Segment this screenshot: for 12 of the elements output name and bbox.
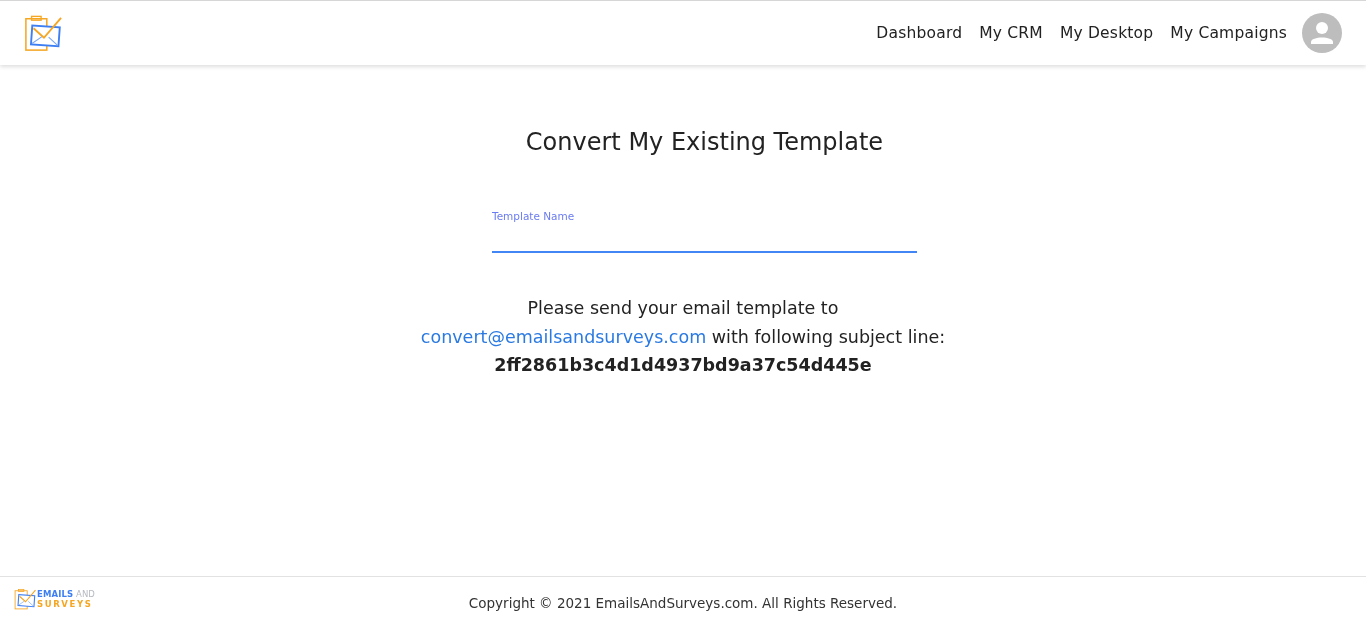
nav-link[interactable]: My Desktop <box>1059 24 1154 42</box>
page-title: Convert My Existing Template <box>525 127 884 157</box>
logo-icon[interactable] <box>24 14 62 52</box>
email-link[interactable]: convert@emailsandsurveys.com <box>420 326 707 347</box>
logo-wordmark: EMAILS AND SURVEYS <box>37 589 95 609</box>
nav-link[interactable]: My Campaigns <box>1170 24 1287 42</box>
template-name-field[interactable]: Template Name <box>492 209 917 253</box>
nav-link[interactable]: Dashboard <box>876 24 963 42</box>
copyright-text: Copyright © 2021 EmailsAndSurveys.com. All Rights Reserved. <box>468 594 898 611</box>
instructions-text: Please send your email template to convert@emailsandsurveys.com with following subject line: 2ff2861b3c4d1d4937bd9a37c54d445e <box>420 297 946 377</box>
nav-link[interactable]: My CRM <box>979 24 1043 42</box>
logo-icon <box>14 588 36 610</box>
